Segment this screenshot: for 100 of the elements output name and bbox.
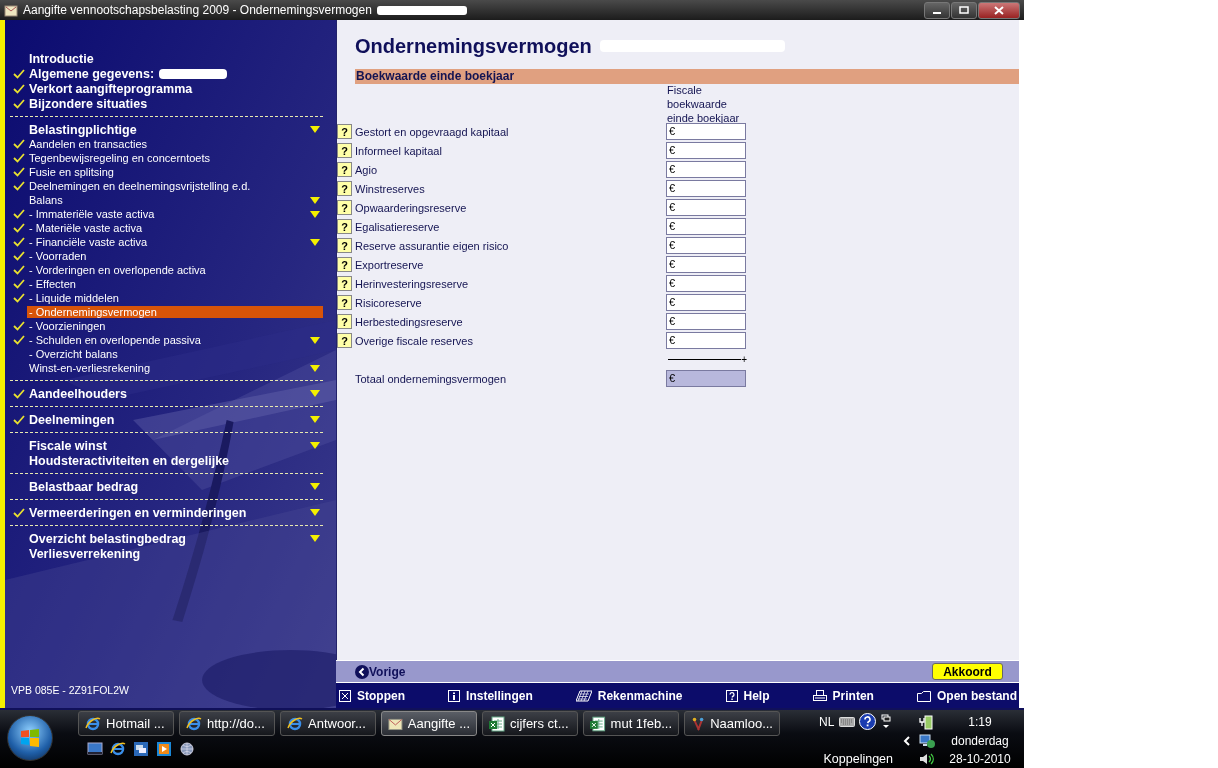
chevron-left-icon[interactable]: [903, 736, 911, 746]
amount-field[interactable]: €: [666, 237, 746, 254]
nav-item[interactable]: - Vorderingen en overlopende activa: [27, 264, 208, 276]
start-button[interactable]: [7, 715, 53, 761]
nav-item[interactable]: Tegenbewijsregeling en concerntoets: [27, 152, 212, 164]
nav-item[interactable]: - Voorzieningen: [27, 320, 108, 332]
amount-field[interactable]: €: [666, 180, 746, 197]
dropdown-arrow-icon[interactable]: [310, 364, 320, 372]
keyboard-icon[interactable]: [839, 716, 855, 727]
amount-field[interactable]: €: [666, 256, 746, 273]
nav-item[interactable]: - Schulden en overlopende passiva: [27, 334, 203, 346]
language-indicator[interactable]: NL: [819, 714, 839, 729]
nav-item[interactable]: - Liquide middelen: [27, 292, 121, 304]
dropdown-arrow-icon[interactable]: [310, 416, 320, 423]
taskbar-button[interactable]: http://do...: [179, 711, 275, 736]
dropdown-arrow-icon[interactable]: [310, 238, 320, 246]
help-button[interactable]: ?: [337, 314, 352, 329]
amount-field[interactable]: €: [666, 294, 746, 311]
help-button[interactable]: ?: [337, 333, 352, 348]
nav-item[interactable]: Fiscale winst: [27, 438, 109, 453]
clock-day[interactable]: donderdag: [936, 734, 1024, 748]
taskbar-button[interactable]: Antwoor...: [280, 711, 376, 736]
toolbar-button[interactable]: Open bestand: [917, 688, 1017, 703]
amount-field[interactable]: €: [666, 218, 746, 235]
nav-item[interactable]: Overzicht belastingbedrag: [27, 531, 188, 546]
nav-item[interactable]: Bijzondere situaties: [27, 96, 150, 111]
back-button[interactable]: Vorige: [369, 664, 406, 679]
dropdown-arrow-icon[interactable]: [310, 336, 320, 344]
help-icon[interactable]: [859, 713, 876, 730]
dropdown-arrow-icon[interactable]: [310, 196, 320, 204]
dropdown-arrow-icon[interactable]: [310, 390, 320, 397]
desktop-icon[interactable]: [87, 741, 103, 757]
browser-icon[interactable]: [110, 741, 126, 757]
nav-item[interactable]: Verkort aangifteprogramma: [27, 81, 195, 96]
nav-item[interactable]: Verliesverrekening: [27, 546, 143, 561]
nav-item[interactable]: Deelnemingen: [27, 412, 117, 427]
nav-item[interactable]: - Effecten: [27, 278, 78, 290]
close-button[interactable]: [978, 1, 1020, 19]
nav-item[interactable]: Belastingplichtige: [27, 122, 139, 137]
nav-item[interactable]: - Voorraden: [27, 250, 89, 262]
toolbar-button[interactable]: Printen: [812, 688, 874, 703]
dropdown-arrow-icon[interactable]: [310, 442, 320, 449]
amount-field[interactable]: €: [666, 142, 746, 159]
help-button[interactable]: ?: [337, 200, 352, 215]
dropdown-arrow-icon[interactable]: [310, 535, 320, 542]
taskbar-button[interactable]: Naamloo...: [684, 711, 780, 736]
amount-field[interactable]: €: [666, 313, 746, 330]
nav-item[interactable]: Winst-en-verliesrekening: [27, 362, 153, 374]
taskbar-button[interactable]: mut 1feb...: [583, 711, 679, 736]
nav-item[interactable]: - Materiële vaste activa: [27, 222, 145, 234]
help-button[interactable]: ?: [337, 219, 352, 234]
speaker-icon[interactable]: [919, 752, 935, 766]
maximize-button[interactable]: [951, 1, 977, 19]
page-title: Ondernemingsvermogen: [355, 34, 592, 58]
nav-item[interactable]: Houdsteractiviteiten en dergelijke: [27, 453, 232, 468]
help-button[interactable]: ?: [337, 181, 352, 196]
nav-item[interactable]: Introductie: [27, 51, 96, 66]
help-button[interactable]: ?: [337, 124, 352, 139]
help-button[interactable]: ?: [337, 162, 352, 177]
nav-item[interactable]: - Overzicht balans: [27, 348, 120, 360]
nav-item[interactable]: Algemene gegevens:: [27, 66, 157, 81]
help-button[interactable]: ?: [337, 257, 352, 272]
confirm-button[interactable]: Akkoord: [932, 663, 1003, 680]
nav-item[interactable]: Aandelen en transacties: [27, 138, 150, 150]
toolbar-button[interactable]: Stoppen: [339, 688, 405, 703]
clock-date[interactable]: 28-10-2010: [936, 752, 1024, 766]
nav-item[interactable]: Deelnemingen en deelnemingsvrijstelling e.d.: [27, 180, 253, 192]
nav-item[interactable]: Balans: [27, 194, 65, 206]
clock-time[interactable]: 1:19: [936, 714, 1024, 729]
minimize-button[interactable]: [924, 1, 950, 19]
help-button[interactable]: ?: [337, 295, 352, 310]
amount-field[interactable]: €: [666, 161, 746, 178]
nav-item[interactable]: - Financiële vaste activa: [27, 236, 149, 248]
restore-icon[interactable]: [881, 713, 891, 730]
help-button[interactable]: ?: [337, 238, 352, 253]
dropdown-arrow-icon[interactable]: [310, 483, 320, 490]
nav-item[interactable]: - Immateriële vaste activa: [27, 208, 157, 220]
help-button[interactable]: ?: [337, 143, 352, 158]
dropdown-arrow-icon[interactable]: [310, 126, 320, 133]
amount-field[interactable]: €: [666, 199, 746, 216]
amount-field[interactable]: €: [666, 275, 746, 292]
taskbar-button[interactable]: Aangifte ...: [381, 711, 477, 736]
nav-item[interactable]: Fusie en splitsing: [27, 166, 116, 178]
amount-field[interactable]: €: [666, 332, 746, 349]
dropdown-arrow-icon[interactable]: [310, 210, 320, 218]
media-player-icon[interactable]: [156, 741, 172, 757]
help-button[interactable]: ?: [337, 276, 352, 291]
nav-item[interactable]: Belastbaar bedrag: [27, 479, 141, 494]
toolbar-button[interactable]: Instellingen: [448, 688, 533, 703]
toolbar-button[interactable]: Help: [725, 688, 770, 703]
window-switch-icon[interactable]: [133, 741, 149, 757]
globe-icon[interactable]: [179, 741, 195, 757]
nav-item[interactable]: Vermeerderingen en verminderingen: [27, 505, 249, 520]
toolbar-button[interactable]: Rekenmachine: [575, 688, 683, 703]
links-toolbar-label[interactable]: Koppelingen: [823, 752, 893, 766]
dropdown-arrow-icon[interactable]: [310, 509, 320, 516]
amount-field[interactable]: €: [666, 123, 746, 140]
nav-item[interactable]: Aandeelhouders: [27, 386, 129, 401]
taskbar-button[interactable]: Hotmail ...: [78, 711, 174, 736]
taskbar-button[interactable]: cijfers ct...: [482, 711, 578, 736]
